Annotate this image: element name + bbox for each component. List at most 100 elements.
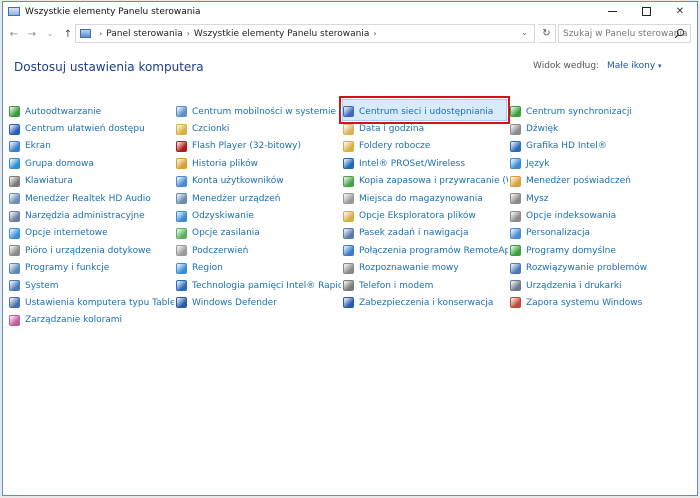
- control-panel-item[interactable]: Data i godzina: [343, 120, 508, 137]
- address-bar[interactable]: › Panel sterowania › Wszystkie elementy …: [75, 24, 535, 43]
- item-icon: [510, 175, 521, 187]
- control-panel-item[interactable]: Programy i funkcje: [9, 260, 174, 277]
- control-panel-item[interactable]: Podczerwień: [176, 242, 341, 259]
- item-icon: [176, 106, 187, 118]
- refresh-button[interactable]: ↻: [538, 24, 556, 43]
- item-label: Zarządzanie kolorami: [25, 315, 123, 326]
- breadcrumb-separator-icon: ›: [373, 29, 377, 38]
- item-label: Menedżer urządzeń: [192, 193, 281, 204]
- item-icon: [9, 280, 20, 292]
- minimize-button[interactable]: [595, 2, 629, 21]
- breadcrumb-separator-icon: ›: [99, 29, 103, 38]
- control-panel-item[interactable]: Miejsca do magazynowania: [343, 190, 508, 207]
- item-label: Połączenia programów RemoteApp i ...: [359, 245, 508, 256]
- navigation-bar: ← → ⌄ ↑ › Panel sterowania › Wszystkie e…: [3, 23, 697, 45]
- item-icon: [9, 106, 20, 118]
- control-panel-item[interactable]: Klawiatura: [9, 173, 174, 190]
- item-label: System: [25, 280, 59, 291]
- control-panel-item[interactable]: Zarządzanie kolorami: [9, 312, 174, 329]
- control-panel-item[interactable]: Zapora systemu Windows: [510, 294, 675, 311]
- control-panel-item[interactable]: Zabezpieczenia i konserwacja: [343, 294, 508, 311]
- control-panel-item[interactable]: Odzyskiwanie: [176, 207, 341, 224]
- control-panel-item[interactable]: Menedżer poświadczeń: [510, 173, 675, 190]
- control-panel-item[interactable]: Centrum sieci i udostępniania: [343, 103, 508, 120]
- item-icon: [510, 158, 521, 170]
- control-panel-item[interactable]: Rozwiązywanie problemów: [510, 260, 675, 277]
- control-panel-item[interactable]: Opcje internetowe: [9, 225, 174, 242]
- item-label: Odzyskiwanie: [192, 211, 254, 222]
- item-label: Miejsca do magazynowania: [359, 193, 483, 204]
- item-label: Pasek zadań i nawigacja: [359, 228, 469, 239]
- item-icon: [176, 140, 187, 152]
- item-icon: [510, 140, 521, 152]
- control-panel-item[interactable]: Grafika HD Intel®: [510, 138, 675, 155]
- control-panel-item[interactable]: Ekran: [9, 138, 174, 155]
- control-panel-item[interactable]: Grupa domowa: [9, 155, 174, 172]
- control-panel-item[interactable]: Autoodtwarzanie: [9, 103, 174, 120]
- view-by-label: Widok według:: [533, 61, 600, 71]
- item-label: Ustawienia komputera typu Tablet: [25, 297, 174, 308]
- up-button[interactable]: ↑: [61, 29, 75, 40]
- control-panel-item[interactable]: Czcionki: [176, 120, 341, 137]
- item-label: Konta użytkowników: [192, 176, 284, 187]
- control-panel-item[interactable]: Język: [510, 155, 675, 172]
- item-icon: [9, 297, 20, 309]
- control-panel-item[interactable]: Urządzenia i drukarki: [510, 277, 675, 294]
- control-panel-item[interactable]: Narzędzia administracyjne: [9, 207, 174, 224]
- control-panel-item[interactable]: Technologia pamięci Intel® Rapid: [176, 277, 341, 294]
- forward-button[interactable]: →: [25, 29, 39, 40]
- item-label: Data i godzina: [359, 124, 425, 135]
- control-panel-item[interactable]: Programy domyślne: [510, 242, 675, 259]
- item-label: Personalizacja: [526, 228, 590, 239]
- control-panel-item[interactable]: Kopia zapasowa i przywracanie (Win...: [343, 173, 508, 190]
- control-panel-item[interactable]: Centrum synchronizacji: [510, 103, 675, 120]
- minimize-icon: [607, 11, 617, 12]
- item-label: Urządzenia i drukarki: [526, 280, 622, 291]
- control-panel-item[interactable]: Opcje Eksploratora plików: [343, 207, 508, 224]
- maximize-button[interactable]: [629, 2, 663, 21]
- control-panel-item[interactable]: Centrum mobilności w systemie Win...: [176, 103, 341, 120]
- control-panel-item[interactable]: Opcje zasilania: [176, 225, 341, 242]
- control-panel-item[interactable]: Menedżer Realtek HD Audio: [9, 190, 174, 207]
- control-panel-item[interactable]: Dźwięk: [510, 120, 675, 137]
- control-panel-item[interactable]: Mysz: [510, 190, 675, 207]
- address-dropdown-icon[interactable]: ⌄: [521, 28, 528, 37]
- breadcrumb-all-items[interactable]: Wszystkie elementy Panelu sterowania: [194, 29, 369, 39]
- control-panel-item[interactable]: Personalizacja: [510, 225, 675, 242]
- item-label: Opcje indeksowania: [526, 211, 617, 222]
- item-label: Dźwięk: [526, 124, 559, 135]
- item-label: Centrum mobilności w systemie Win...: [192, 106, 341, 117]
- item-icon: [510, 297, 521, 309]
- search-box[interactable]: Szukaj w Panelu sterowania: [558, 24, 691, 43]
- view-by-dropdown[interactable]: Małe ikony: [607, 61, 655, 71]
- recent-locations-button[interactable]: ⌄: [43, 30, 57, 38]
- close-button[interactable]: ✕: [663, 2, 697, 21]
- back-button[interactable]: ←: [7, 29, 21, 40]
- item-icon: [343, 175, 354, 187]
- control-panel-item[interactable]: Foldery robocze: [343, 138, 508, 155]
- control-panel-item[interactable]: Centrum ułatwień dostępu: [9, 120, 174, 137]
- item-label: Zapora systemu Windows: [526, 297, 643, 308]
- control-panel-item[interactable]: Połączenia programów RemoteApp i ...: [343, 242, 508, 259]
- control-panel-item[interactable]: Rozpoznawanie mowy: [343, 260, 508, 277]
- control-panel-item[interactable]: Windows Defender: [176, 294, 341, 311]
- control-panel-item[interactable]: Pióro i urządzenia dotykowe: [9, 242, 174, 259]
- control-panel-item[interactable]: Historia plików: [176, 155, 341, 172]
- item-icon: [176, 210, 187, 222]
- control-panel-item[interactable]: Intel® PROSet/Wireless: [343, 155, 508, 172]
- control-panel-item[interactable]: Pasek zadań i nawigacja: [343, 225, 508, 242]
- control-panel-item[interactable]: Ustawienia komputera typu Tablet: [9, 294, 174, 311]
- item-label: Zabezpieczenia i konserwacja: [359, 297, 494, 308]
- control-panel-item[interactable]: System: [9, 277, 174, 294]
- control-panel-item[interactable]: Region: [176, 260, 341, 277]
- page-title: Dostosuj ustawienia komputera: [14, 60, 204, 74]
- breadcrumb-panel-sterowania[interactable]: Panel sterowania: [106, 29, 183, 39]
- control-panel-item[interactable]: Menedżer urządzeń: [176, 190, 341, 207]
- control-panel-item[interactable]: Konta użytkowników: [176, 173, 341, 190]
- control-panel-item[interactable]: Telefon i modem: [343, 277, 508, 294]
- control-panel-item[interactable]: Flash Player (32-bitowy): [176, 138, 341, 155]
- item-label: Programy domyślne: [526, 245, 616, 256]
- control-panel-item[interactable]: Opcje indeksowania: [510, 207, 675, 224]
- item-icon: [510, 227, 521, 239]
- window-controls: ✕: [595, 2, 697, 21]
